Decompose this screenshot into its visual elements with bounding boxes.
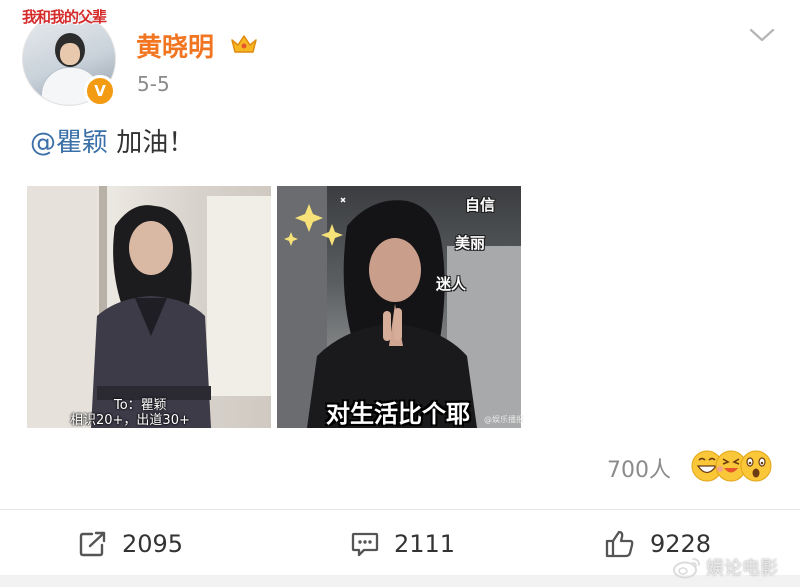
- post-image-2-illustration: [277, 186, 521, 428]
- crown-icon: [231, 35, 257, 53]
- post-image-1-illustration: [27, 186, 271, 428]
- comment-icon: [351, 532, 379, 557]
- post-image-2-watermark: @娱乐播报: [484, 415, 524, 424]
- username[interactable]: 黄晓明: [136, 27, 214, 64]
- footer-watermark: 娱论电影: [672, 554, 778, 580]
- post-image-2-caption: 对生活比个耶: [326, 400, 470, 428]
- divider: [0, 509, 800, 510]
- post-image-2[interactable]: [277, 186, 521, 428]
- reaction-count[interactable]: 700人: [607, 452, 671, 484]
- post-text-body: 加油！: [108, 128, 195, 158]
- surprised-emoji-icon: [740, 450, 772, 482]
- post-text: @瞿颖 加油！: [30, 122, 194, 159]
- comment-count: 2111: [394, 530, 456, 558]
- sticker-word-3: 迷人: [436, 275, 467, 293]
- repost-count: 2095: [122, 530, 184, 558]
- post-image-1-caption: To：瞿颖 相识20+，出道30+: [70, 398, 250, 428]
- weibo-logo-icon: [673, 558, 700, 579]
- thumbs-up-icon: [605, 530, 634, 558]
- share-icon: [79, 531, 106, 557]
- chevron-down-icon[interactable]: [748, 26, 776, 44]
- sticker-word-1: 自信: [465, 196, 496, 214]
- repost-button[interactable]: 2095: [78, 528, 183, 560]
- verified-badge-icon: V: [84, 75, 116, 107]
- avatar-caption: 我和我的父辈: [22, 8, 107, 26]
- post-date: 5-5: [137, 72, 170, 96]
- comment-button[interactable]: 2111: [350, 528, 455, 560]
- footer-watermark-text: 娱论电影: [706, 558, 778, 579]
- reaction-icons[interactable]: [690, 449, 776, 483]
- weibo-post: 我和我的父辈 V 黄晓明 5-5 @瞿颖 加油！ To：瞿颖 相识20+，出道3…: [0, 0, 800, 587]
- post-image-1[interactable]: [27, 186, 271, 428]
- post-image-1-caption-line-1: To：瞿颖: [114, 398, 167, 413]
- sticker-word-2: 美丽: [455, 234, 486, 252]
- avatar-person-face: [60, 43, 80, 65]
- mention-link[interactable]: @瞿颖: [30, 128, 108, 158]
- post-image-1-caption-line-2: 相识20+，出道30+: [70, 413, 190, 428]
